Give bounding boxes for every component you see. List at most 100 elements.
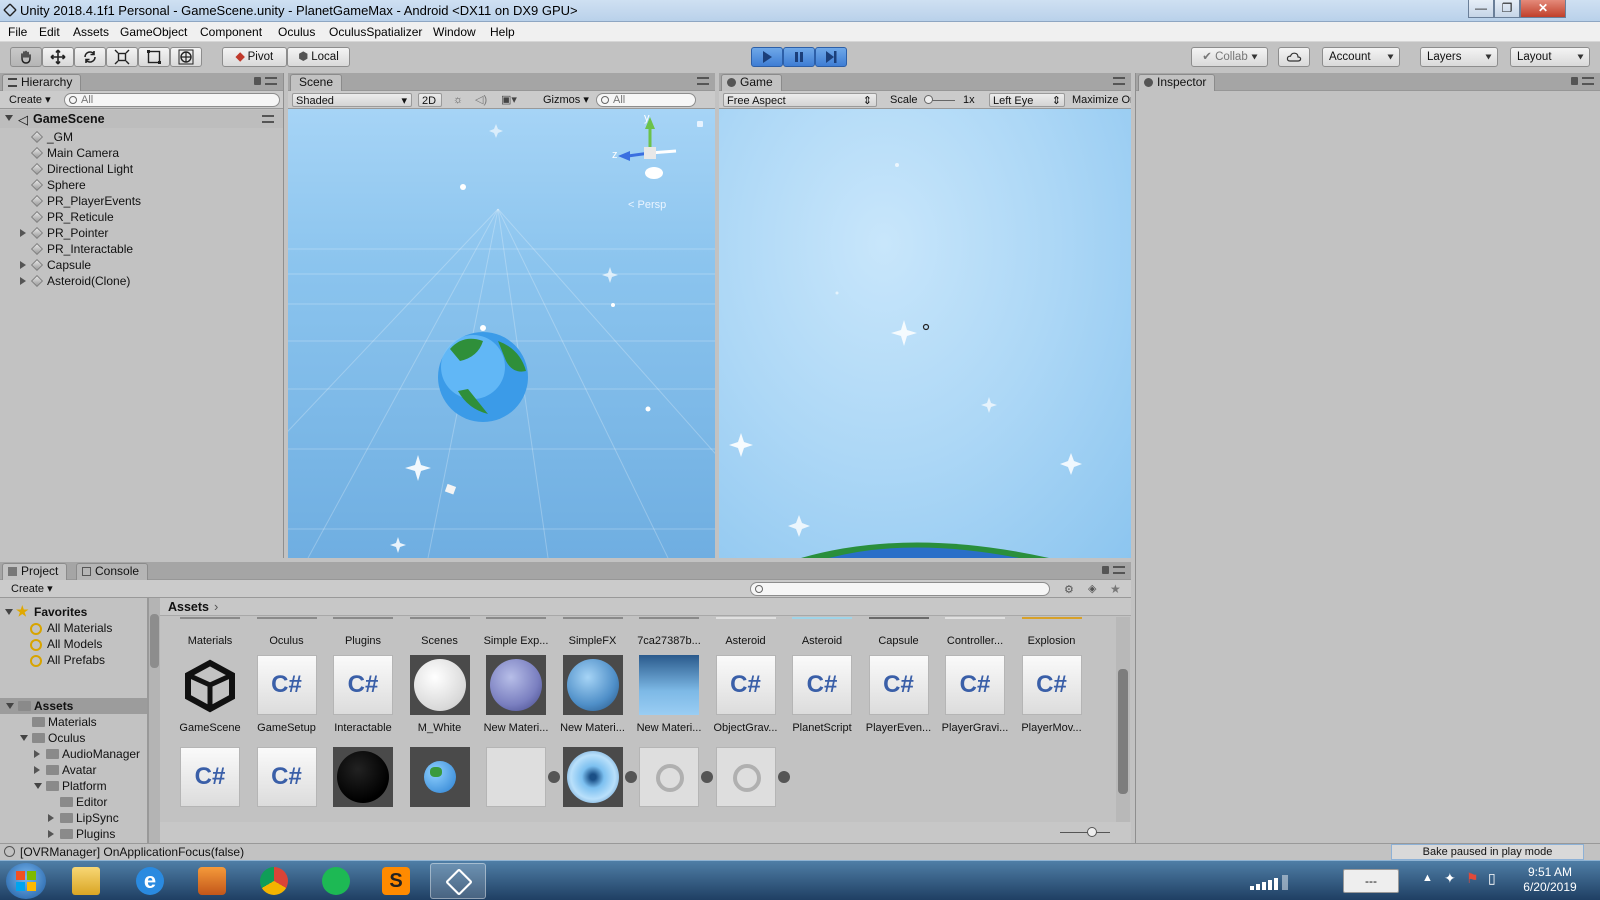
tab-hierarchy[interactable]: Hierarchy (2, 74, 82, 91)
maximize-button[interactable]: ❐ (1494, 0, 1520, 18)
menu-gameobject[interactable]: GameObject (120, 25, 187, 39)
hierarchy-item[interactable]: _GM (0, 129, 280, 145)
asset-item[interactable] (474, 747, 560, 822)
asset-item[interactable]: Oculus (245, 617, 321, 649)
tab-project[interactable]: Project (2, 563, 68, 580)
expand-arrow-icon[interactable] (20, 735, 28, 741)
icon-size-slider-thumb[interactable] (1087, 827, 1097, 837)
folder-tree-item[interactable]: Avatar (0, 762, 147, 778)
icon-size-slider-track[interactable] (1060, 832, 1110, 833)
asset-item[interactable]: C# (245, 747, 321, 822)
rotate-tool-button[interactable] (74, 47, 106, 67)
tab-console[interactable]: Console (76, 563, 149, 580)
audio-toggle-icon[interactable]: ◁) (472, 93, 490, 107)
panel-menu-icon[interactable] (265, 77, 277, 85)
asset-item[interactable] (627, 747, 713, 822)
asset-item[interactable]: M_White (398, 655, 474, 739)
dropbox-icon[interactable]: ✦ (1444, 870, 1456, 887)
shading-dropdown[interactable]: Shaded ▾ (292, 93, 412, 107)
favorite-item[interactable]: All Materials (0, 620, 145, 636)
tray-box[interactable]: --- (1343, 869, 1399, 893)
panel-menu-icon[interactable] (697, 77, 709, 85)
expand-arrow-icon[interactable] (20, 261, 26, 269)
asset-item[interactable] (551, 747, 637, 822)
hierarchy-item[interactable]: Sphere (0, 177, 280, 193)
hierarchy-item[interactable]: Main Camera (0, 145, 280, 161)
asset-item[interactable]: C# (168, 747, 244, 822)
scene-search-input[interactable]: All (596, 93, 696, 107)
effects-dropdown-icon[interactable]: ▣▾ (498, 93, 526, 107)
menu-component[interactable]: Component (200, 25, 262, 39)
gizmo-lock-icon[interactable] (697, 121, 703, 127)
persp-label[interactable]: < Persp (628, 199, 666, 211)
panel-menu-icon[interactable] (1582, 77, 1594, 85)
asset-item[interactable]: Explosion (1010, 617, 1086, 649)
asset-item[interactable]: C# PlayerEven... (857, 655, 933, 739)
expand-arrow-icon[interactable] (6, 703, 14, 709)
asset-item[interactable] (321, 747, 397, 822)
expand-arrow-icon[interactable] (34, 783, 42, 789)
hierarchy-item[interactable]: Asteroid(Clone) (0, 273, 280, 289)
taskbar-explorer[interactable] (58, 863, 114, 899)
asset-item[interactable] (398, 747, 474, 822)
2d-toggle[interactable]: 2D (418, 93, 442, 107)
hierarchy-item[interactable]: Directional Light (0, 161, 280, 177)
lock-icon[interactable] (1571, 77, 1578, 85)
asset-item[interactable]: C# ObjectGrav... (704, 655, 780, 739)
move-tool-button[interactable] (42, 47, 74, 67)
asset-item[interactable]: Capsule (857, 617, 933, 649)
expand-arrow-icon[interactable] (34, 750, 40, 758)
close-button[interactable]: ✕ (1520, 0, 1566, 18)
account-dropdown[interactable]: Account (1322, 47, 1400, 67)
hand-tool-button[interactable] (10, 47, 42, 67)
favorite-item[interactable]: All Models (0, 636, 145, 652)
asset-item[interactable]: C# Interactable (321, 655, 397, 739)
pause-button[interactable] (783, 47, 815, 67)
asset-item[interactable]: C# PlayerGravi... (933, 655, 1009, 739)
pivot-toggle[interactable]: ◆ Pivot (222, 47, 287, 67)
expand-arrow-icon[interactable] (20, 277, 26, 285)
filter-by-label-icon[interactable]: ◈ (1088, 582, 1096, 595)
scale-tool-button[interactable] (106, 47, 138, 67)
play-button[interactable] (751, 47, 783, 67)
menu-assets[interactable]: Assets (73, 25, 109, 39)
status-message[interactable]: [OVRManager] OnApplicationFocus(false) (20, 844, 244, 860)
rect-tool-button[interactable] (138, 47, 170, 67)
collab-dropdown[interactable]: ✔ Collab (1191, 47, 1268, 67)
taskbar-chrome[interactable] (246, 863, 302, 899)
asset-item[interactable]: SimpleFX (551, 617, 627, 649)
step-button[interactable] (815, 47, 847, 67)
eye-dropdown[interactable]: Left Eye ⇕ (989, 93, 1065, 107)
gizmos-dropdown[interactable]: Gizmos ▾ (540, 93, 590, 107)
start-button[interactable] (6, 863, 46, 899)
cloud-button[interactable] (1278, 47, 1310, 67)
panel-menu-icon[interactable] (1113, 77, 1125, 85)
minimize-button[interactable]: — (1468, 0, 1494, 18)
asset-item[interactable]: New Materi... (627, 655, 703, 739)
asset-item[interactable]: Materials (168, 617, 244, 649)
folder-tree-item[interactable]: Materials (0, 714, 147, 730)
favorite-star-icon[interactable]: ★ (1110, 582, 1121, 596)
scale-slider-thumb[interactable] (924, 95, 933, 104)
favorite-item[interactable]: All Prefabs (0, 652, 145, 668)
hierarchy-item[interactable]: Capsule (0, 257, 280, 273)
expand-arrow-icon[interactable] (5, 115, 13, 121)
folder-tree-item[interactable]: Editor (0, 794, 147, 810)
tab-inspector[interactable]: Inspector (1138, 74, 1216, 91)
menu-edit[interactable]: Edit (39, 25, 60, 39)
expand-prefab-icon[interactable] (777, 771, 790, 783)
taskbar-media-player[interactable] (184, 863, 240, 899)
expand-arrow-icon[interactable] (48, 814, 54, 822)
taskbar-sublime[interactable]: S (368, 863, 424, 899)
layers-dropdown[interactable]: Layers (1420, 47, 1498, 67)
tab-scene[interactable]: Scene (290, 74, 343, 91)
scene-viewport[interactable]: y z < Persp (288, 109, 715, 558)
network-signal-icon[interactable] (1248, 873, 1294, 891)
asset-item[interactable]: New Materi... (474, 655, 550, 739)
folder-tree-item[interactable]: Plugins (0, 826, 147, 842)
asset-item[interactable]: Asteroid (780, 617, 856, 649)
lock-icon[interactable] (254, 77, 261, 85)
hierarchy-item[interactable]: PR_Pointer (0, 225, 280, 241)
folder-tree-item[interactable]: Oculus (0, 730, 147, 746)
tab-game[interactable]: Game (721, 74, 782, 91)
